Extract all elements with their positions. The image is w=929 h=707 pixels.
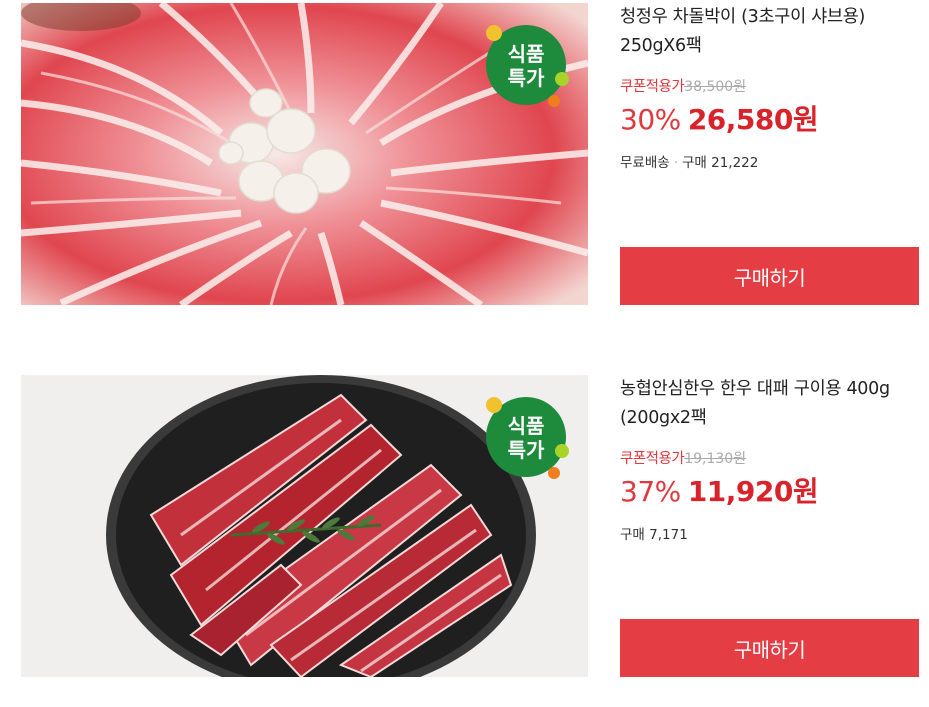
discount-rate: 30% (620, 103, 681, 136)
original-price: 38,500원 (684, 79, 747, 95)
product-card: 식품 특가 청정우 차돌박이 (3초구이 샤브용) 250gX6팩 쿠폰적용가3… (0, 3, 929, 305)
product-image[interactable]: 식품 특가 (21, 3, 588, 305)
food-special-badge: 식품 특가 (482, 393, 570, 481)
product-title-line2[interactable]: 250gX6팩 (620, 32, 929, 61)
buy-button[interactable]: 구매하기 (620, 619, 919, 677)
purchase-count: 구매 21,222 (681, 155, 759, 171)
price-row: 30% 26,580원 (620, 98, 819, 138)
badge-line2: 특가 (508, 66, 545, 90)
product-title-line1[interactable]: 청정우 차돌박이 (3초구이 샤브용) (620, 3, 929, 32)
buy-button[interactable]: 구매하기 (620, 247, 919, 305)
product-info: 농협안심한우 한우 대패 구이용 400g (200gx2팩 쿠폰적용가19,1… (620, 375, 929, 677)
badge-line1: 식품 (508, 42, 545, 66)
product-meta: 구매 7,171 (620, 523, 688, 543)
food-special-badge: 식품 특가 (482, 21, 570, 109)
sale-price: 26,580원 (687, 103, 819, 136)
coupon-label: 쿠폰적용가 (620, 79, 685, 95)
product-title-line2[interactable]: (200gx2팩 (620, 404, 929, 433)
purchase-count: 구매 7,171 (620, 527, 688, 543)
separator-dot: · (673, 155, 678, 171)
product-title-line1[interactable]: 농협안심한우 한우 대패 구이용 400g (620, 375, 929, 404)
product-title[interactable]: 청정우 차돌박이 (3초구이 샤브용) 250gX6팩 (620, 3, 929, 61)
coupon-label: 쿠폰적용가 (620, 451, 685, 467)
coupon-price-row: 쿠폰적용가19,130원 (620, 447, 746, 468)
coupon-price-row: 쿠폰적용가38,500원 (620, 75, 746, 96)
product-meta: 무료배송 · 구매 21,222 (620, 151, 758, 171)
product-info: 청정우 차돌박이 (3초구이 샤브용) 250gX6팩 쿠폰적용가38,500원… (620, 3, 929, 305)
sale-price: 11,920원 (687, 475, 819, 508)
badge-line1: 식품 (508, 414, 545, 438)
original-price: 19,130원 (684, 451, 747, 467)
badge-line2: 특가 (508, 438, 545, 462)
shipping-label: 무료배송 (620, 155, 670, 171)
discount-rate: 37% (620, 475, 681, 508)
product-image[interactable]: 식품 특가 (21, 375, 588, 677)
product-title[interactable]: 농협안심한우 한우 대패 구이용 400g (200gx2팩 (620, 375, 929, 433)
product-card: 식품 특가 농협안심한우 한우 대패 구이용 400g (200gx2팩 쿠폰적… (0, 375, 929, 677)
price-row: 37% 11,920원 (620, 470, 819, 510)
